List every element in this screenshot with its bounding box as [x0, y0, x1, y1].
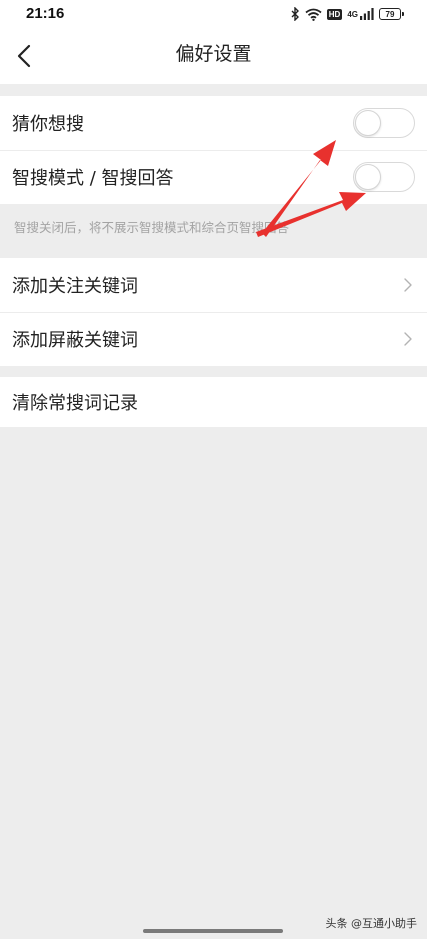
wifi-icon	[305, 8, 322, 21]
smart-mode-row[interactable]: 智搜模式 / 智搜回答	[0, 150, 427, 204]
toggle-knob	[355, 110, 381, 136]
battery-icon: 79	[379, 8, 404, 20]
add-block-keyword-label: 添加屏蔽关键词	[12, 330, 138, 351]
bluetooth-icon	[291, 7, 299, 21]
guess-search-toggle[interactable]	[353, 108, 415, 138]
chevron-right-icon	[404, 278, 412, 292]
add-follow-keyword-row[interactable]: 添加关注关键词	[0, 258, 427, 312]
watermark: 头条 @互通小助手	[325, 917, 418, 930]
status-icons: HD 4G 79	[291, 5, 404, 23]
guess-search-row[interactable]: 猜你想搜	[0, 96, 427, 150]
smart-mode-toggle[interactable]	[353, 162, 415, 192]
toggle-knob	[355, 164, 381, 190]
nav-bar: 偏好设置	[0, 28, 427, 84]
hd-icon: HD	[326, 8, 343, 20]
signal-icon	[360, 8, 374, 20]
signal-type-label: 4G	[347, 9, 358, 19]
guess-search-label: 猜你想搜	[12, 114, 84, 135]
page-title: 偏好设置	[175, 43, 252, 65]
chevron-right-icon	[404, 332, 412, 346]
smart-search-section: 猜你想搜 智搜模式 / 智搜回答	[0, 96, 427, 204]
clear-history-label: 清除常搜词记录	[12, 393, 138, 414]
clear-history-row[interactable]: 清除常搜词记录	[0, 377, 427, 427]
add-block-keyword-row[interactable]: 添加屏蔽关键词	[0, 312, 427, 366]
history-section: 清除常搜词记录	[0, 377, 427, 427]
smart-mode-label: 智搜模式 / 智搜回答	[12, 168, 174, 189]
status-time: 21:16	[26, 5, 65, 22]
keyword-section: 添加关注关键词 添加屏蔽关键词	[0, 258, 427, 366]
status-bar: 21:16 HD 4G 79	[0, 0, 427, 28]
home-indicator	[143, 929, 283, 933]
add-follow-keyword-label: 添加关注关键词	[12, 276, 138, 297]
smart-search-hint: 智搜关闭后，将不展示智搜模式和综合页智搜回答	[14, 220, 290, 235]
